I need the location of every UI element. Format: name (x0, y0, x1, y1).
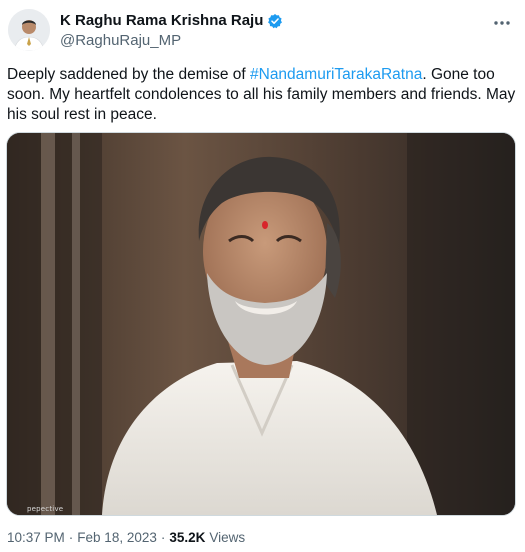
views-count: 35.2K (169, 530, 206, 545)
hashtag-link[interactable]: #NandamuriTarakaRatna (250, 66, 422, 83)
avatar[interactable] (8, 9, 50, 51)
meta-separator: · (68, 530, 74, 545)
tweet-card: K Raghu Rama Krishna Raju @RaghuRaju_MP … (0, 0, 525, 552)
verified-badge-icon (267, 13, 283, 29)
tweet-time[interactable]: 10:37 PM (7, 530, 65, 545)
author-name-row: K Raghu Rama Krishna Raju (60, 12, 283, 30)
meta-separator: · (160, 530, 166, 545)
tweet-media-photo[interactable]: pepective (6, 132, 516, 516)
tweet-text-start: Deeply saddened by the demise of (7, 66, 250, 83)
tweet-text: Deeply saddened by the demise of #Nandam… (7, 65, 517, 125)
views-label: Views (209, 530, 246, 545)
author-info: K Raghu Rama Krishna Raju @RaghuRaju_MP (60, 12, 283, 50)
author-display-name[interactable]: K Raghu Rama Krishna Raju (60, 12, 263, 30)
tweet-meta: 10:37 PM · Feb 18, 2023 · 35.2K Views (7, 530, 245, 545)
more-options-icon[interactable] (491, 12, 513, 34)
author-handle[interactable]: @RaghuRaju_MP (60, 32, 283, 50)
watermark-text: pepective (27, 505, 64, 513)
tweet-date[interactable]: Feb 18, 2023 (77, 530, 157, 545)
